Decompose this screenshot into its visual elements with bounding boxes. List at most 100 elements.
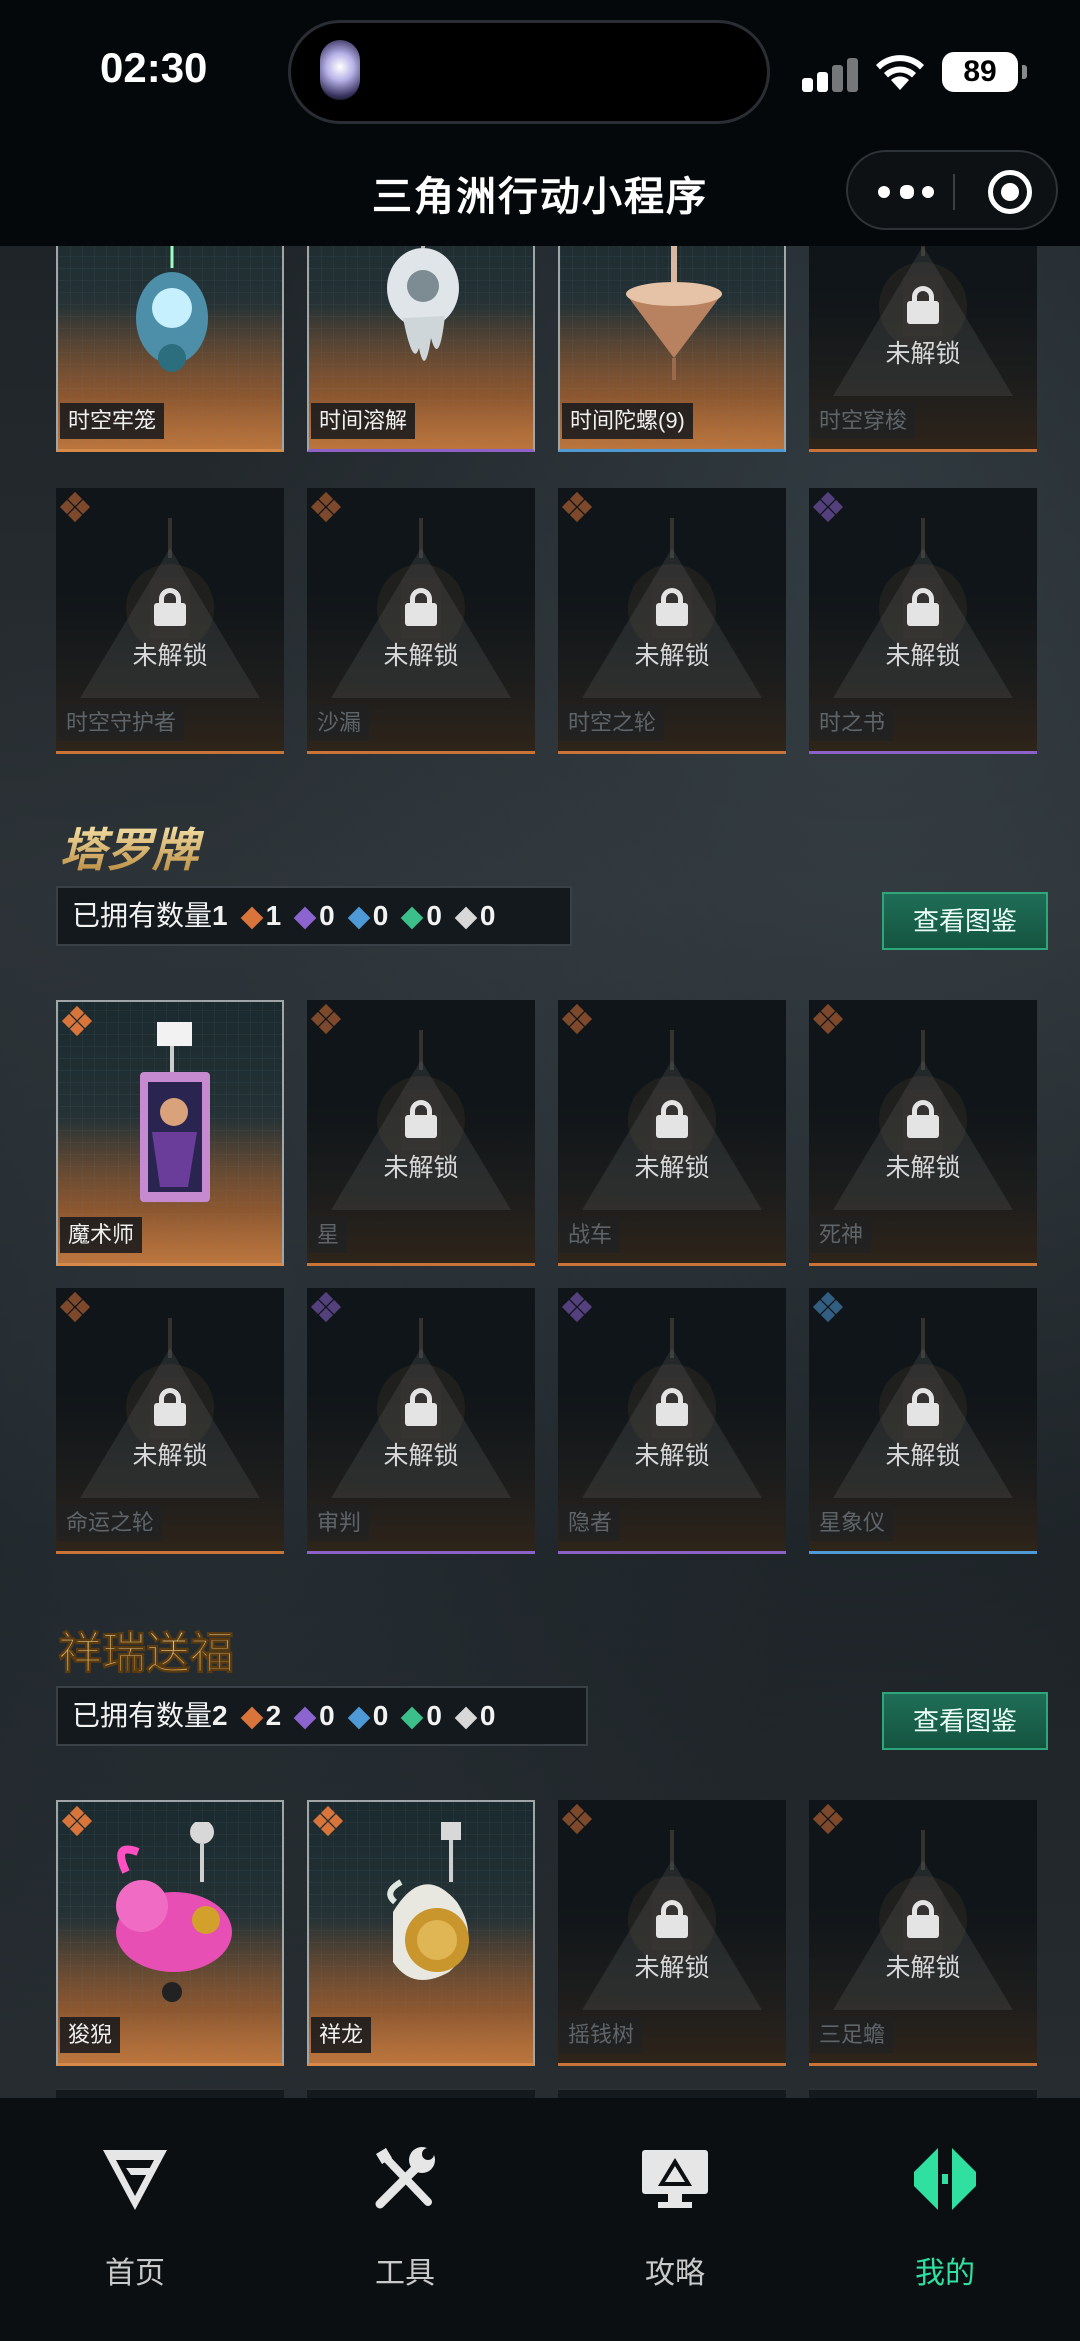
- orange-rarity-icon: [561, 1803, 593, 1835]
- collection-card[interactable]: 未解锁 沙漏: [307, 488, 535, 754]
- green-count: 0: [426, 1700, 442, 1731]
- collection-card[interactable]: 魔术师: [56, 1000, 284, 1266]
- white-rarity-icon: [454, 906, 478, 929]
- nav-bar: 三角洲行动小程序: [0, 150, 1080, 246]
- close-miniprogram-icon[interactable]: [988, 170, 1032, 214]
- card-name: 时间溶解: [311, 403, 416, 439]
- orange-rarity-icon: [310, 491, 342, 523]
- purple-count: 0: [319, 900, 335, 931]
- orange-count: 2: [265, 1700, 282, 1731]
- card-peek: [558, 2088, 786, 2098]
- orange-rarity-icon: [61, 1005, 93, 1037]
- flashlight-icon: [320, 40, 360, 100]
- locked-label: 未解锁: [383, 1154, 459, 1182]
- collection-card[interactable]: 未解锁 星象仪: [809, 1288, 1037, 1554]
- collection-card[interactable]: 未解锁 审判: [307, 1288, 535, 1554]
- purple-rarity-icon: [561, 1291, 593, 1323]
- locked-label: 未解锁: [132, 642, 208, 670]
- collection-card[interactable]: 祥龙: [307, 1800, 535, 2066]
- card-name: 魔术师: [60, 1217, 143, 1253]
- white-rarity-icon: [454, 1706, 478, 1729]
- collection-content[interactable]: 时空牢笼 时间溶解 时间陀螺(9) 未解锁 时空穿梭 未解锁 时空守护者 未解锁 沙漏 未解锁时…: [0, 246, 1080, 2098]
- orange-rarity-icon: [59, 1291, 91, 1323]
- dynamic-island: [288, 20, 770, 124]
- orange-count: 1: [265, 900, 282, 931]
- collection-card[interactable]: 未解锁 时空穿梭: [809, 246, 1037, 452]
- orange-rarity-icon: [61, 1805, 93, 1837]
- owned-label: 已拥有数量: [72, 900, 213, 931]
- card-peek: [56, 2088, 284, 2098]
- collection-card[interactable]: 狻猊: [56, 1800, 284, 2066]
- status-time: 02:30: [100, 44, 208, 91]
- more-icon[interactable]: [878, 180, 938, 204]
- collection-card[interactable]: 未解锁 隐者: [558, 1288, 786, 1554]
- collection-card[interactable]: 未解锁 时空守护者: [56, 488, 284, 754]
- bottom-tab-bar: 首页 工具 攻略 我的: [0, 2098, 1080, 2341]
- tab-guide[interactable]: 攻略: [540, 2098, 810, 2341]
- collection-card[interactable]: 未解锁战车: [558, 1000, 786, 1266]
- guide-monitor-icon: [642, 2150, 708, 2208]
- white-count: 0: [479, 1700, 496, 1731]
- lock-icon: [154, 588, 186, 626]
- orange-rarity-icon: [561, 491, 593, 523]
- cellular-signal-icon: [802, 58, 858, 92]
- svg-text:祥瑞送福: 祥瑞送福: [58, 1628, 234, 1679]
- card-name: 战车: [560, 1217, 621, 1253]
- blue-rarity-icon: [347, 906, 371, 929]
- card-name: 摇钱树: [560, 2017, 643, 2053]
- card-name: 隐者: [560, 1505, 621, 1541]
- card-name: 时之书: [811, 705, 894, 741]
- orange-rarity-icon: [312, 1805, 344, 1837]
- wifi-icon: [876, 55, 924, 90]
- tab-home[interactable]: 首页: [0, 2098, 270, 2341]
- auspicious-set-banner-icon: 祥瑞送福: [58, 1628, 235, 1680]
- green-count: 0: [426, 900, 442, 931]
- locked-label: 未解锁: [132, 1442, 208, 1470]
- tab-home-label: 首页: [105, 2257, 165, 2290]
- tarot-view-catalog-button[interactable]: 查看图鉴: [882, 892, 1048, 950]
- collection-card[interactable]: 未解锁 时空之轮: [558, 488, 786, 754]
- locked-label: 未解锁: [634, 642, 710, 670]
- blue-count: 0: [372, 1700, 389, 1731]
- auspicious-owned-count: 已拥有数量2 2 0 0 0 0: [56, 1686, 588, 1746]
- collection-card[interactable]: 未解锁 死神: [809, 1000, 1037, 1266]
- lock-icon: [405, 1100, 437, 1138]
- profile-diamond-icon: [914, 2148, 976, 2210]
- card-name: 审判: [309, 1505, 370, 1541]
- lock-icon: [907, 1388, 939, 1426]
- orange-rarity-icon: [59, 491, 91, 523]
- tab-tools[interactable]: 工具: [270, 2098, 540, 2341]
- locked-label: 未解锁: [885, 1154, 961, 1182]
- lock-icon: [656, 1100, 688, 1138]
- tab-profile[interactable]: 我的: [810, 2098, 1080, 2341]
- charm-artwork: [116, 1822, 232, 2002]
- orange-rarity-icon: [310, 1003, 342, 1035]
- tools-icon: [375, 2147, 435, 2209]
- owned-label: 已拥有数量: [72, 1700, 213, 1731]
- lock-icon: [907, 286, 939, 324]
- card-name: 祥龙: [311, 2017, 372, 2053]
- collection-card[interactable]: 时间陀螺(9): [558, 246, 786, 452]
- lock-icon: [154, 1388, 186, 1426]
- collection-card[interactable]: 未解锁 时之书: [809, 488, 1037, 754]
- tab-tools-label: 工具: [375, 2257, 435, 2290]
- collection-card[interactable]: 时间溶解: [307, 246, 535, 452]
- charm-artwork: [387, 246, 459, 361]
- miniprogram-capsule: [846, 150, 1058, 230]
- locked-label: 未解锁: [634, 1154, 710, 1182]
- tarot-owned-count: 已拥有数量1 1 0 0 0 0: [56, 886, 572, 946]
- lock-icon: [907, 1100, 939, 1138]
- collection-card[interactable]: 时空牢笼: [56, 246, 284, 452]
- auspicious-view-catalog-button[interactable]: 查看图鉴: [882, 1692, 1048, 1750]
- collection-card[interactable]: 未解锁摇钱树: [558, 1800, 786, 2066]
- collection-card[interactable]: 未解锁星: [307, 1000, 535, 1266]
- card-name: 三足蟾: [811, 2017, 894, 2053]
- locked-label: 未解锁: [885, 340, 961, 368]
- lock-icon: [907, 1900, 939, 1938]
- collection-card[interactable]: 未解锁 命运之轮: [56, 1288, 284, 1554]
- orange-rarity-icon: [240, 906, 263, 929]
- collection-card[interactable]: 未解锁 三足蟾: [809, 1800, 1037, 2066]
- locked-label: 未解锁: [634, 1954, 710, 1982]
- orange-rarity-icon: [812, 1003, 844, 1035]
- tarot-set-banner-icon: 塔罗牌: [60, 823, 205, 877]
